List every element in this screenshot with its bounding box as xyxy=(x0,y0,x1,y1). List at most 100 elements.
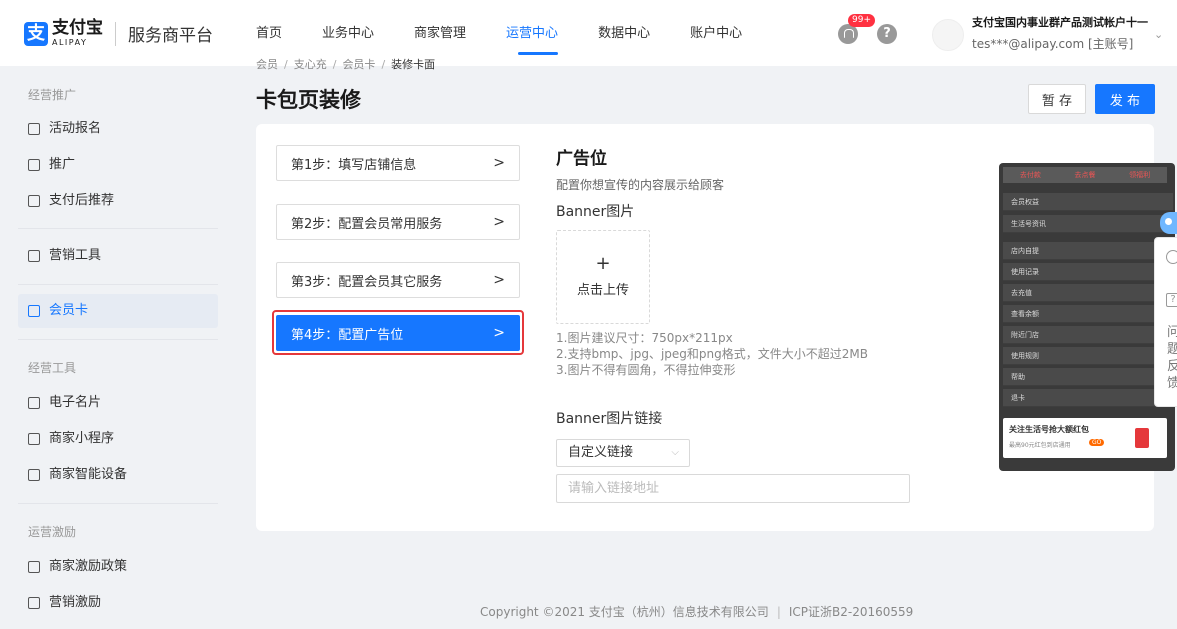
sidebar-item-label: 营销激励 xyxy=(49,595,102,610)
notification-badge: 99+ xyxy=(848,14,875,27)
alipay-logo-icon: 支 xyxy=(24,21,48,46)
preview-row: 帮助 xyxy=(1003,368,1173,386)
copyright-text: Copyright ©2021 支付宝（杭州）信息技术有限公司 xyxy=(480,605,769,619)
sidebar-item-promote[interactable]: 推广 xyxy=(18,148,218,182)
preview-tab: 去点餐 xyxy=(1074,171,1096,179)
plus-icon: + xyxy=(595,253,611,274)
step-label: 第2步：配置会员常用服务 xyxy=(291,216,443,232)
card-preview: 去付款 去点餐 领福利 会员权益 生活号资讯 店内自提 使用记录 去充值 查看余… xyxy=(999,163,1175,471)
service-icon[interactable] xyxy=(1166,250,1177,264)
hint-format: 2.支持bmp、jpg、jpeg和png格式，文件大小不超过2MB xyxy=(556,347,868,361)
sidebar-item-label: 支付后推荐 xyxy=(49,193,115,208)
upload-hints: 1.图片建议尺寸：750px*211px 2.支持bmp、jpg、jpeg和pn… xyxy=(556,330,868,378)
account-email: tes***@alipay.com [主账号] xyxy=(972,37,1134,51)
preview-row: 去充值 xyxy=(1003,284,1173,302)
account-name: 支付宝国内事业群产品测试帐户十一 xyxy=(972,16,1148,29)
preview-row: 生活号资讯 xyxy=(1003,215,1173,233)
nav-operations-center[interactable]: 运营中心 xyxy=(506,0,559,66)
breadcrumb-item[interactable]: 支心充 xyxy=(294,58,327,71)
help-icon[interactable]: ? xyxy=(877,24,897,44)
award-icon xyxy=(28,597,40,609)
chevron-right-icon: > xyxy=(493,214,505,230)
hint-size: 1.图片建议尺寸：750px*211px xyxy=(556,331,733,345)
banner-upload-button[interactable]: + 点击上传 xyxy=(556,230,650,324)
platform-name: 服务商平台 xyxy=(128,26,213,46)
chevron-down-icon: ⌵ xyxy=(671,447,679,458)
sidebar-item-activity[interactable]: 活动报名 xyxy=(18,112,218,146)
sidebar-item-label: 会员卡 xyxy=(49,303,89,318)
preview-row: 店内自提 xyxy=(1003,242,1173,260)
red-envelope-icon xyxy=(1135,428,1149,448)
flag-icon xyxy=(28,123,40,135)
save-draft-button[interactable]: 暂 存 xyxy=(1028,84,1086,114)
crown-icon xyxy=(28,195,40,207)
toolbox-icon xyxy=(28,250,40,262)
floating-toolbar: ? 问题反馈 xyxy=(1154,237,1177,407)
preview-row: 会员权益 xyxy=(1003,193,1173,211)
sidebar-group-incentive: 运营激励 xyxy=(28,525,77,539)
section-subtitle: 配置你想宣传的内容展示给顾客 xyxy=(556,178,725,192)
sidebar-item-label: 活动报名 xyxy=(49,121,102,136)
question-icon[interactable]: ? xyxy=(1166,293,1177,307)
preview-row: 使用规则 xyxy=(1003,347,1173,365)
publish-button[interactable]: 发 布 xyxy=(1095,84,1155,114)
sidebar-item-label: 商家智能设备 xyxy=(49,467,128,482)
hint-corner: 3.图片不得有圆角，不得拉伸变形 xyxy=(556,363,736,377)
preview-tabs: 去付款 去点餐 领福利 xyxy=(1003,167,1167,183)
chevron-right-icon: > xyxy=(493,155,505,171)
assistant-robot-icon[interactable] xyxy=(1160,212,1177,234)
sidebar-item-device[interactable]: 商家智能设备 xyxy=(18,458,218,492)
link-type-select[interactable]: 自定义链接 ⌵ xyxy=(556,439,690,467)
avatar[interactable] xyxy=(932,19,964,51)
sidebar-item-marketing[interactable]: 营销工具 xyxy=(18,239,218,273)
sidebar-item-ecard[interactable]: 电子名片 xyxy=(18,386,218,420)
chevron-right-icon: > xyxy=(493,272,505,288)
feedback-link[interactable]: 问题反馈 xyxy=(1167,324,1177,392)
step-3-other-services[interactable]: 第3步：配置会员其它服务 > xyxy=(276,262,520,298)
sidebar-group-promotion: 经营推广 xyxy=(28,88,77,102)
page-title: 卡包页装修 xyxy=(256,88,361,112)
step-label: 第4步：配置广告位 xyxy=(291,327,404,343)
icp-link[interactable]: ICP证浙B2-20160559 xyxy=(789,605,913,619)
sidebar-item-sales-incentive[interactable]: 营销激励 xyxy=(18,586,218,620)
account-menu[interactable]: 支付宝国内事业群产品测试帐户十一 tes***@alipay.com [主账号] xyxy=(972,14,1148,52)
sidebar-divider xyxy=(18,339,218,340)
logo-name: 支付宝 xyxy=(52,18,103,38)
sidebar-divider xyxy=(18,503,218,504)
logo-english: ALIPAY xyxy=(52,38,88,47)
banner-image-label: Banner图片 xyxy=(556,204,635,220)
sidebar-item-label: 商家激励政策 xyxy=(49,559,128,574)
preview-row: 使用记录 xyxy=(1003,263,1173,281)
breadcrumb-item[interactable]: 会员卡 xyxy=(342,58,375,71)
step-1-store-info[interactable]: 第1步：填写店铺信息 > xyxy=(276,145,520,181)
step-2-common-services[interactable]: 第2步：配置会员常用服务 > xyxy=(276,204,520,240)
sidebar-group-tools: 经营工具 xyxy=(28,361,77,375)
footer: Copyright ©2021 支付宝（杭州）信息技术有限公司 | ICP证浙B2-… xyxy=(480,605,914,619)
sidebar-item-label: 推广 xyxy=(49,157,76,172)
id-card-icon xyxy=(28,397,40,409)
sidebar-item-policy[interactable]: 商家激励政策 xyxy=(18,550,218,584)
sidebar-item-label: 电子名片 xyxy=(49,395,102,410)
sidebar-item-after-pay[interactable]: 支付后推荐 xyxy=(18,184,218,218)
document-icon xyxy=(28,561,40,573)
step-4-ad-slot[interactable]: 第4步：配置广告位 > xyxy=(276,315,520,351)
link-type-value: 自定义链接 xyxy=(568,445,634,460)
breadcrumb-item[interactable]: 会员 xyxy=(256,58,278,71)
bell-icon[interactable] xyxy=(838,24,858,44)
sidebar-item-label: 营销工具 xyxy=(49,248,102,263)
section-title: 广告位 xyxy=(556,149,607,169)
sidebar-item-miniapp[interactable]: 商家小程序 xyxy=(18,422,218,456)
sidebar-divider xyxy=(18,284,218,285)
chevron-down-icon[interactable]: ⌄ xyxy=(1154,28,1163,41)
step-label: 第3步：配置会员其它服务 xyxy=(291,274,443,290)
alipay-logo[interactable]: 支 支付宝 ALIPAY 服务商平台 xyxy=(24,20,213,47)
preview-row: 附近门店 xyxy=(1003,326,1173,344)
nav-data-center[interactable]: 数据中心 xyxy=(598,0,650,66)
sidebar-item-member-card[interactable]: 会员卡 xyxy=(18,294,218,328)
nav-account-center[interactable]: 账户中心 xyxy=(690,0,742,66)
sidebar-item-label: 商家小程序 xyxy=(49,431,115,446)
breadcrumb: 会员 / 支心充 / 会员卡 / 装修卡面 xyxy=(256,58,436,71)
link-url-input[interactable] xyxy=(556,474,910,503)
card-icon xyxy=(28,305,40,317)
preview-banner-subtitle: 最高90元红包到店通用 xyxy=(1009,442,1071,449)
